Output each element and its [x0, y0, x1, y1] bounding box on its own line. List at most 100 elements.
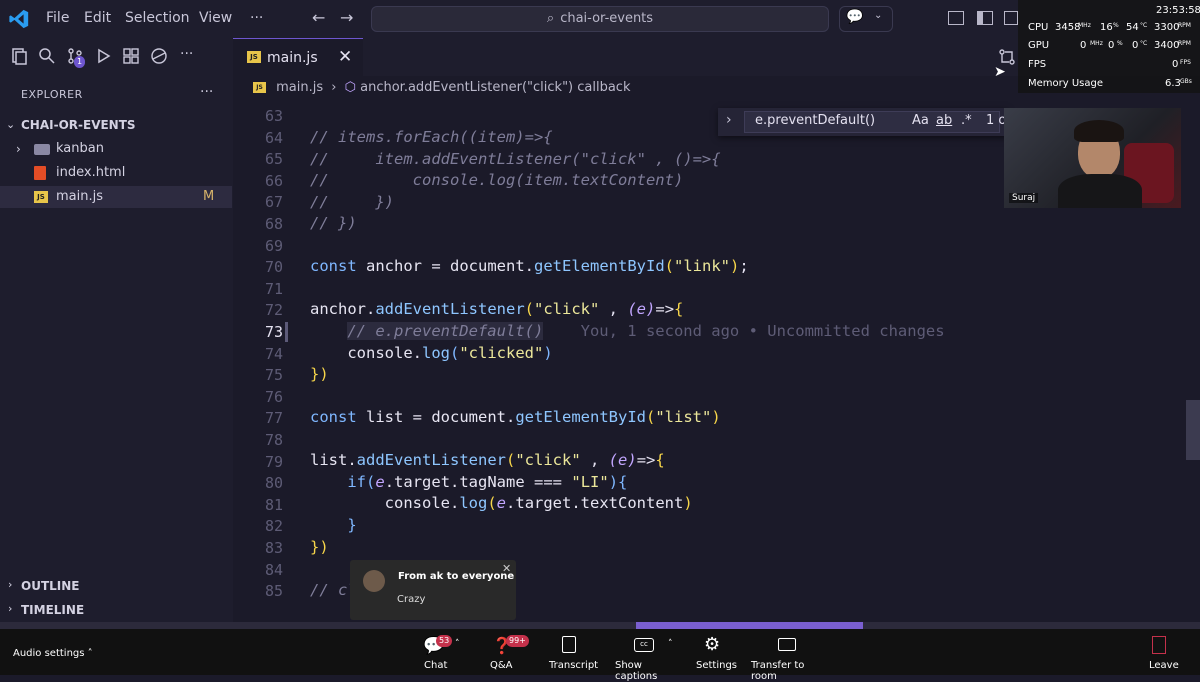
chevron-up-icon: ˄	[87, 648, 93, 659]
code-line-77: const list = document.getElementById("li…	[310, 408, 721, 426]
remote-explorer-icon[interactable]	[150, 47, 168, 65]
line-number: 63	[264, 107, 283, 125]
chat-notification-toast[interactable]: From ak to everyone ✕ Crazy	[350, 560, 516, 620]
show-captions-button[interactable]: cc ˄ Show captions	[612, 633, 682, 682]
search-sidebar-icon[interactable]	[38, 47, 56, 65]
outline-label: OUTLINE	[21, 579, 80, 593]
line-number: 79	[264, 452, 283, 471]
line-number: 83	[264, 539, 283, 557]
menu-more[interactable]: ···	[250, 10, 263, 26]
tree-item-main-js[interactable]: JS main.js M	[0, 186, 232, 208]
settings-label: Settings	[696, 660, 738, 671]
transcript-button[interactable]: Transcript	[545, 633, 598, 675]
regex-toggle[interactable]: .*	[961, 113, 972, 128]
back-arrow-icon[interactable]: ←	[312, 8, 325, 27]
timeline-section[interactable]: › TIMELINE	[0, 600, 232, 620]
js-file-icon: JS	[253, 82, 266, 93]
copilot-button[interactable]: 💬 ⌄	[839, 6, 893, 32]
timeline-label: TIMELINE	[21, 603, 85, 617]
breadcrumb-symbol[interactable]: anchor.addEventListener("click") callbac…	[360, 80, 630, 95]
root-folder-row[interactable]: ⌄ CHAI-OR-EVENTS	[0, 114, 232, 136]
transfer-to-room-button[interactable]: Transfer to room	[748, 633, 826, 682]
line-number: 73	[264, 323, 283, 341]
match-case-toggle[interactable]: Aa	[912, 113, 929, 128]
toast-title: From ak to everyone	[398, 571, 515, 582]
js-file-icon: JS	[34, 191, 48, 203]
transfer-label: Transfer to room	[751, 660, 805, 682]
chevron-down-icon: ⌄	[874, 10, 883, 21]
line-number: 76	[264, 387, 283, 406]
perf-row-memory: Memory Usage 6.3 GBs	[1028, 78, 1192, 89]
tree-item-index-html[interactable]: index.html	[0, 162, 232, 184]
explorer-title: EXPLORER	[21, 88, 83, 101]
line-number: 71	[264, 279, 283, 298]
menu-file[interactable]: File	[46, 10, 69, 26]
code-line-72: anchor.addEventListener("click" , (e)=>{	[310, 300, 684, 318]
js-file-icon: JS	[247, 51, 261, 63]
qa-label: Q&A	[490, 660, 513, 671]
search-icon: ⌕	[546, 11, 555, 26]
menu-edit[interactable]: Edit	[84, 10, 111, 26]
leave-label: Leave	[1149, 660, 1179, 671]
run-debug-icon[interactable]	[94, 47, 112, 65]
line-number: 66	[264, 171, 283, 190]
editor-scrollbar[interactable]	[1186, 400, 1200, 460]
perf-time: 23:53:58	[1156, 5, 1200, 16]
chat-button[interactable]: 💬 53 ˄ Chat	[418, 633, 466, 675]
git-blame-annotation: You, 1 second ago • Uncommitted changes	[580, 322, 945, 340]
qa-button[interactable]: ❓ 99+ Q&A	[486, 633, 530, 675]
source-control-badge: 1	[74, 56, 86, 68]
code-line-83: })	[310, 538, 329, 556]
chevron-right-icon[interactable]: ›	[726, 112, 732, 128]
find-widget: › e.preventDefault() Aa ab .* 1 o	[718, 108, 1008, 136]
code-line-66: // console.log(item.textContent)	[310, 171, 684, 189]
outline-section[interactable]: › OUTLINE	[0, 576, 232, 596]
code-line-74: console.log("clicked")	[347, 344, 553, 362]
toggle-panel-icon[interactable]	[1004, 11, 1018, 25]
gear-icon: ⚙	[704, 634, 721, 655]
tree-item-kanban[interactable]: › kanban	[0, 138, 232, 160]
code-line-70: const anchor = document.getElementById("…	[310, 257, 749, 275]
code-line-82: }	[347, 516, 357, 534]
chevron-right-icon: ›	[16, 142, 21, 156]
code-line-67: // })	[310, 193, 394, 211]
tab-main-js[interactable]: JS main.js ✕	[233, 38, 363, 77]
vscode-logo-icon	[9, 9, 29, 29]
extensions-icon[interactable]	[122, 47, 140, 65]
settings-button[interactable]: ⚙ Settings	[694, 633, 738, 675]
code-line-64: // items.forEach((item)=>{	[310, 128, 553, 146]
code-line-79: list.addEventListener("click" , (e)=>{	[310, 451, 665, 469]
code-line-80: if(e.target.tagName === "LI"){	[347, 473, 628, 491]
line-number: 68	[264, 215, 283, 233]
forward-arrow-icon[interactable]: →	[340, 8, 353, 27]
code-line-81: console.log(e.target.textContent)	[384, 494, 693, 512]
perf-row-cpu: CPU 3458 MHz 16% 54 °C 3300 RPM	[1028, 22, 1191, 33]
breadcrumb-file[interactable]: main.js	[276, 80, 323, 95]
whole-word-toggle[interactable]: ab	[936, 113, 952, 128]
line-number: 72	[264, 301, 283, 320]
copilot-chat-icon: 💬	[846, 9, 864, 25]
explorer-more-icon[interactable]: ···	[200, 84, 213, 100]
more-actions-icon[interactable]: ···	[180, 46, 193, 62]
close-icon[interactable]: ✕	[502, 562, 511, 575]
layout-grid-icon[interactable]	[948, 11, 964, 25]
performance-overlay: 23:53:58 CPU 3458 MHz 16% 54 °C 3300 RPM GP…	[1018, 0, 1200, 93]
leave-button[interactable]: Leave	[1144, 633, 1180, 675]
line-number: 80	[264, 474, 283, 493]
webcam-feed: Suraj	[1004, 108, 1181, 208]
menu-selection[interactable]: Selection	[125, 10, 190, 26]
command-center-search[interactable]: ⌕ chai-or-events	[371, 6, 829, 32]
chevron-right-icon: ›	[8, 602, 13, 615]
files-icon[interactable]	[10, 47, 28, 65]
line-number: 78	[264, 431, 283, 449]
chevron-right-icon: ›	[8, 578, 13, 591]
menu-view[interactable]: View	[199, 10, 232, 26]
participant-name: Suraj	[1009, 193, 1039, 203]
chevron-up-icon: ˄	[668, 639, 673, 649]
root-folder-label: CHAI-OR-EVENTS	[21, 118, 136, 132]
toggle-sidebar-icon[interactable]	[977, 11, 993, 25]
line-number: 85	[264, 582, 283, 601]
close-tab-icon[interactable]: ✕	[338, 47, 352, 67]
audio-settings-button[interactable]: Audio settings ˄	[13, 648, 93, 659]
person-shirt	[1058, 174, 1142, 208]
